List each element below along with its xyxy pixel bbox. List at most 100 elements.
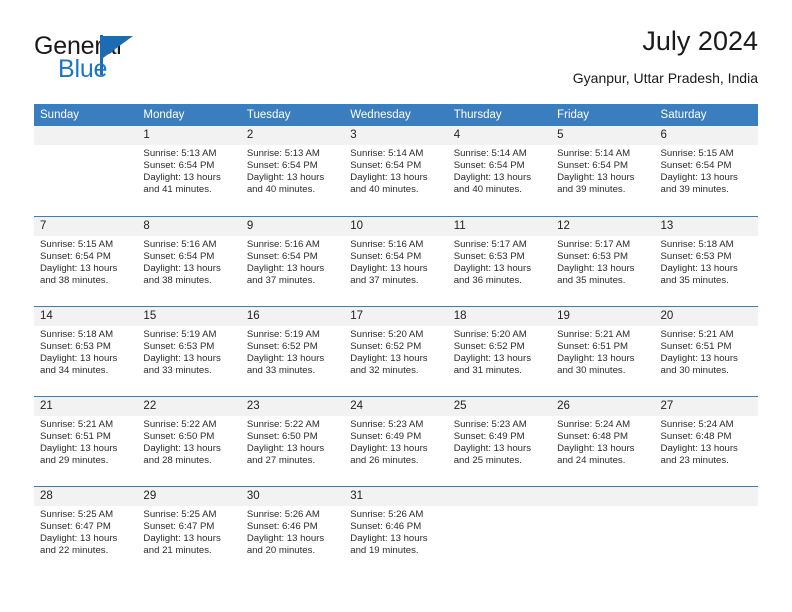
sunrise-time: Sunrise: 5:18 AM bbox=[660, 239, 734, 250]
day-sun-info: Sunrise: 5:17 AM Sunset: 6:53 PM Daylight:… bbox=[551, 236, 654, 287]
sunrise-time: Sunrise: 5:24 AM bbox=[660, 419, 734, 430]
general-blue-logo[interactable]: General Blue bbox=[34, 32, 234, 88]
daylight-duration-line2: and 39 minutes. bbox=[557, 184, 626, 196]
calendar-day-cell[interactable]: 8 Sunrise: 5:16 AM Sunset: 6:54 PM Daylight… bbox=[137, 216, 241, 306]
day-sun-info: Sunrise: 5:15 AM Sunset: 6:54 PM Daylight:… bbox=[34, 236, 137, 287]
sunrise-time: Sunrise: 5:14 AM bbox=[557, 148, 631, 159]
calendar-day-cell[interactable]: 22 Sunrise: 5:22 AM Sunset: 6:50 PM Dayligh… bbox=[137, 396, 241, 486]
sunset-time: Sunset: 6:54 PM bbox=[40, 251, 111, 263]
day-number: 25 bbox=[447, 397, 552, 416]
calendar-day-cell[interactable]: 6 Sunrise: 5:15 AM Sunset: 6:54 PM Daylight… bbox=[654, 126, 758, 216]
logo-triangle-icon bbox=[103, 36, 133, 58]
day-number: 10 bbox=[344, 217, 448, 236]
daylight-duration-line2: and 35 minutes. bbox=[660, 275, 729, 287]
day-number: 17 bbox=[344, 307, 448, 326]
calendar-empty-cell bbox=[654, 486, 758, 576]
day-number: 26 bbox=[551, 397, 655, 416]
day-number: 11 bbox=[447, 217, 552, 236]
sunrise-time: Sunrise: 5:16 AM bbox=[350, 239, 424, 250]
day-number: 3 bbox=[344, 126, 448, 145]
calendar-day-cell[interactable]: 21 Sunrise: 5:21 AM Sunset: 6:51 PM Dayligh… bbox=[34, 396, 138, 486]
calendar-day-cell[interactable]: 30 Sunrise: 5:26 AM Sunset: 6:46 PM Dayligh… bbox=[240, 486, 345, 576]
calendar-cell: 27 Sunrise: 5:24 AM Sunset: 6:48 PM Dayligh… bbox=[654, 396, 758, 486]
day-sun-info: Sunrise: 5:24 AM Sunset: 6:48 PM Daylight:… bbox=[655, 416, 758, 467]
daylight-duration-line1: Daylight: 13 hours bbox=[40, 263, 118, 275]
sunset-time: Sunset: 6:49 PM bbox=[453, 431, 525, 443]
day-sun-info: Sunrise: 5:22 AM Sunset: 6:50 PM Daylight:… bbox=[137, 416, 240, 467]
day-number: 28 bbox=[34, 487, 138, 506]
calendar-day-cell[interactable]: 10 Sunrise: 5:16 AM Sunset: 6:54 PM Dayligh… bbox=[344, 216, 448, 306]
calendar-day-cell[interactable]: 31 Sunrise: 5:26 AM Sunset: 6:46 PM Dayligh… bbox=[344, 486, 448, 576]
calendar-day-cell[interactable]: 2 Sunrise: 5:13 AM Sunset: 6:54 PM Daylight… bbox=[240, 126, 345, 216]
calendar-cell: 29 Sunrise: 5:25 AM Sunset: 6:47 PM Dayligh… bbox=[137, 486, 241, 576]
day-number: 4 bbox=[447, 126, 552, 145]
sunrise-time: Sunrise: 5:21 AM bbox=[557, 329, 631, 340]
calendar-week-row: 28 Sunrise: 5:25 AM Sunset: 6:47 PM Dayligh… bbox=[34, 486, 758, 576]
daylight-duration-line2: and 23 minutes. bbox=[660, 455, 729, 467]
daylight-duration-line2: and 37 minutes. bbox=[350, 275, 419, 287]
calendar-day-cell[interactable]: 23 Sunrise: 5:22 AM Sunset: 6:50 PM Dayligh… bbox=[240, 396, 345, 486]
calendar-day-cell[interactable]: 14 Sunrise: 5:18 AM Sunset: 6:53 PM Dayligh… bbox=[34, 306, 138, 396]
sunset-time: Sunset: 6:53 PM bbox=[40, 341, 111, 353]
calendar-day-cell[interactable]: 20 Sunrise: 5:21 AM Sunset: 6:51 PM Dayligh… bbox=[654, 306, 758, 396]
sunrise-time: Sunrise: 5:26 AM bbox=[246, 509, 320, 520]
calendar-cell: 6 Sunrise: 5:15 AM Sunset: 6:54 PM Daylight… bbox=[654, 126, 758, 216]
calendar-day-cell[interactable]: 24 Sunrise: 5:23 AM Sunset: 6:49 PM Dayligh… bbox=[344, 396, 448, 486]
sunrise-time: Sunrise: 5:15 AM bbox=[40, 239, 114, 250]
daylight-duration-line2: and 35 minutes. bbox=[557, 275, 626, 287]
calendar-day-cell[interactable]: 25 Sunrise: 5:23 AM Sunset: 6:49 PM Dayligh… bbox=[447, 396, 552, 486]
calendar-day-cell[interactable]: 18 Sunrise: 5:20 AM Sunset: 6:52 PM Dayligh… bbox=[447, 306, 552, 396]
calendar-day-cell[interactable]: 28 Sunrise: 5:25 AM Sunset: 6:47 PM Dayligh… bbox=[34, 486, 138, 576]
sunrise-time: Sunrise: 5:19 AM bbox=[246, 329, 320, 340]
day-number: 16 bbox=[240, 307, 345, 326]
day-number: 31 bbox=[344, 487, 448, 506]
calendar-day-cell[interactable]: 1 Sunrise: 5:13 AM Sunset: 6:54 PM Daylight… bbox=[137, 126, 241, 216]
calendar-day-cell[interactable]: 11 Sunrise: 5:17 AM Sunset: 6:53 PM Dayligh… bbox=[447, 216, 552, 306]
daylight-duration-line2: and 38 minutes. bbox=[143, 275, 212, 287]
calendar-cell: 13 Sunrise: 5:18 AM Sunset: 6:53 PM Dayligh… bbox=[654, 216, 758, 306]
day-sun-info: Sunrise: 5:23 AM Sunset: 6:49 PM Daylight:… bbox=[344, 416, 447, 467]
calendar-cell: 24 Sunrise: 5:23 AM Sunset: 6:49 PM Dayligh… bbox=[344, 396, 448, 486]
calendar-cell: 11 Sunrise: 5:17 AM Sunset: 6:53 PM Dayligh… bbox=[447, 216, 552, 306]
calendar-day-cell[interactable]: 19 Sunrise: 5:21 AM Sunset: 6:51 PM Dayligh… bbox=[551, 306, 655, 396]
calendar-empty-cell bbox=[34, 126, 138, 216]
daylight-duration-line2: and 29 minutes. bbox=[40, 455, 109, 467]
calendar-day-cell[interactable]: 12 Sunrise: 5:17 AM Sunset: 6:53 PM Dayligh… bbox=[551, 216, 655, 306]
calendar-day-cell[interactable]: 13 Sunrise: 5:18 AM Sunset: 6:53 PM Dayligh… bbox=[654, 216, 758, 306]
daylight-duration-line1: Daylight: 13 hours bbox=[557, 353, 635, 365]
page-title: July 2024 bbox=[642, 26, 758, 56]
calendar-day-cell[interactable]: 26 Sunrise: 5:24 AM Sunset: 6:48 PM Dayligh… bbox=[551, 396, 655, 486]
daylight-duration-line1: Daylight: 13 hours bbox=[143, 263, 221, 275]
calendar-day-cell[interactable]: 5 Sunrise: 5:14 AM Sunset: 6:54 PM Daylight… bbox=[551, 126, 655, 216]
calendar-day-cell[interactable]: 27 Sunrise: 5:24 AM Sunset: 6:48 PM Dayligh… bbox=[654, 396, 758, 486]
day-sun-info: Sunrise: 5:21 AM Sunset: 6:51 PM Daylight:… bbox=[551, 326, 654, 377]
daylight-duration-line2: and 40 minutes. bbox=[246, 184, 316, 196]
daylight-duration-line2: and 24 minutes. bbox=[557, 455, 626, 467]
day-number: 7 bbox=[34, 217, 138, 236]
daylight-duration-line1: Daylight: 13 hours bbox=[453, 172, 532, 184]
day-number: 24 bbox=[344, 397, 448, 416]
sunset-time: Sunset: 6:51 PM bbox=[40, 431, 111, 443]
daylight-duration-line1: Daylight: 13 hours bbox=[143, 443, 221, 455]
calendar-day-cell[interactable]: 16 Sunrise: 5:19 AM Sunset: 6:52 PM Dayligh… bbox=[240, 306, 345, 396]
calendar-day-cell[interactable]: 15 Sunrise: 5:19 AM Sunset: 6:53 PM Dayligh… bbox=[137, 306, 241, 396]
sunrise-time: Sunrise: 5:21 AM bbox=[660, 329, 734, 340]
calendar-day-cell[interactable]: 4 Sunrise: 5:14 AM Sunset: 6:54 PM Daylight… bbox=[447, 126, 552, 216]
day-sun-info: Sunrise: 5:18 AM Sunset: 6:53 PM Daylight:… bbox=[34, 326, 137, 377]
day-number: 29 bbox=[137, 487, 241, 506]
sunset-time: Sunset: 6:52 PM bbox=[350, 341, 422, 353]
sunset-time: Sunset: 6:53 PM bbox=[453, 251, 525, 263]
daylight-duration-line1: Daylight: 13 hours bbox=[246, 353, 325, 365]
calendar-cell bbox=[551, 486, 655, 576]
sunrise-time: Sunrise: 5:23 AM bbox=[453, 419, 527, 430]
calendar-day-cell[interactable]: 9 Sunrise: 5:16 AM Sunset: 6:54 PM Daylight… bbox=[240, 216, 345, 306]
calendar-day-cell[interactable]: 29 Sunrise: 5:25 AM Sunset: 6:47 PM Dayligh… bbox=[137, 486, 241, 576]
calendar-day-cell[interactable]: 3 Sunrise: 5:14 AM Sunset: 6:54 PM Daylight… bbox=[344, 126, 448, 216]
sunset-time: Sunset: 6:47 PM bbox=[40, 521, 111, 533]
daylight-duration-line2: and 40 minutes. bbox=[350, 184, 419, 196]
calendar-day-cell[interactable]: 7 Sunrise: 5:15 AM Sunset: 6:54 PM Daylight… bbox=[34, 216, 138, 306]
day-number: 1 bbox=[137, 126, 241, 145]
sunset-time: Sunset: 6:54 PM bbox=[143, 160, 215, 172]
calendar-day-cell[interactable]: 17 Sunrise: 5:20 AM Sunset: 6:52 PM Dayligh… bbox=[344, 306, 448, 396]
page-subtitle-location: Gyanpur, Uttar Pradesh, India bbox=[572, 70, 758, 86]
